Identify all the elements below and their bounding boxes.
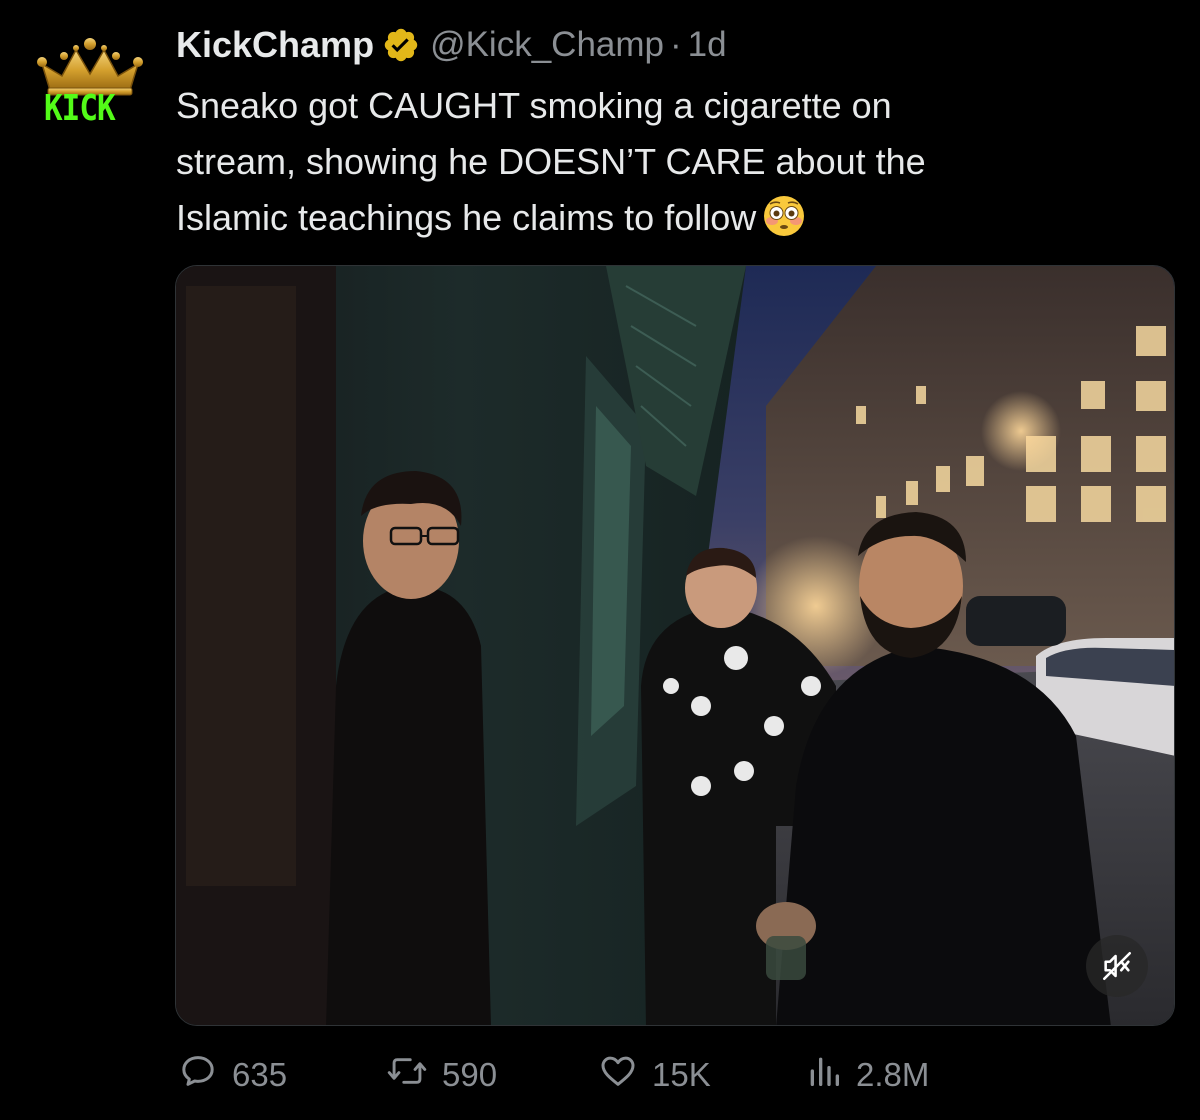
tweet-text-line-content: Islamic teachings he claims to follow <box>176 197 757 238</box>
mute-button[interactable] <box>1086 935 1148 997</box>
verified-badge-icon[interactable] <box>382 26 420 64</box>
avatar-brand-text: KICK <box>44 88 116 130</box>
separator-dot: · <box>670 25 682 64</box>
tweet-text-line: stream, showing he DOESN’T CARE about th… <box>176 141 926 182</box>
flushed-face-emoji <box>762 194 806 238</box>
views-button[interactable]: 2.8M <box>806 1050 929 1100</box>
tweet-text-line: Sneako got CAUGHT smoking a cigarette on <box>176 85 892 126</box>
heart-icon <box>598 1051 638 1099</box>
tweet-header: KickChamp @Kick_Champ · 1d <box>176 22 727 68</box>
views-count: 2.8M <box>856 1056 930 1093</box>
reply-button[interactable]: 635 <box>178 1050 287 1100</box>
tweet-text-line: Islamic teachings he claims to follow <box>176 190 1166 246</box>
muted-speaker-icon <box>1102 951 1132 981</box>
tweet-text: Sneako got CAUGHT smoking a cigarette on… <box>176 78 1166 246</box>
tweet[interactable]: KICK KickChamp @Kick_Champ · 1d Sneako g… <box>0 0 1200 1120</box>
retweet-icon <box>386 1051 428 1099</box>
tweet-video[interactable] <box>175 265 1175 1026</box>
reply-icon <box>178 1051 218 1099</box>
retweet-button[interactable]: 590 <box>386 1050 497 1100</box>
action-bar: 635 590 15K 2.8M <box>176 1050 1166 1100</box>
like-button[interactable]: 15K <box>598 1050 711 1100</box>
retweet-count: 590 <box>442 1056 498 1093</box>
handle[interactable]: @Kick_Champ <box>430 25 664 65</box>
reply-count: 635 <box>232 1056 288 1093</box>
display-name[interactable]: KickChamp <box>176 24 374 66</box>
timestamp[interactable]: 1d <box>688 25 727 65</box>
views-chart-icon <box>806 1051 842 1099</box>
video-frame <box>176 266 1174 1025</box>
like-count: 15K <box>652 1056 711 1093</box>
